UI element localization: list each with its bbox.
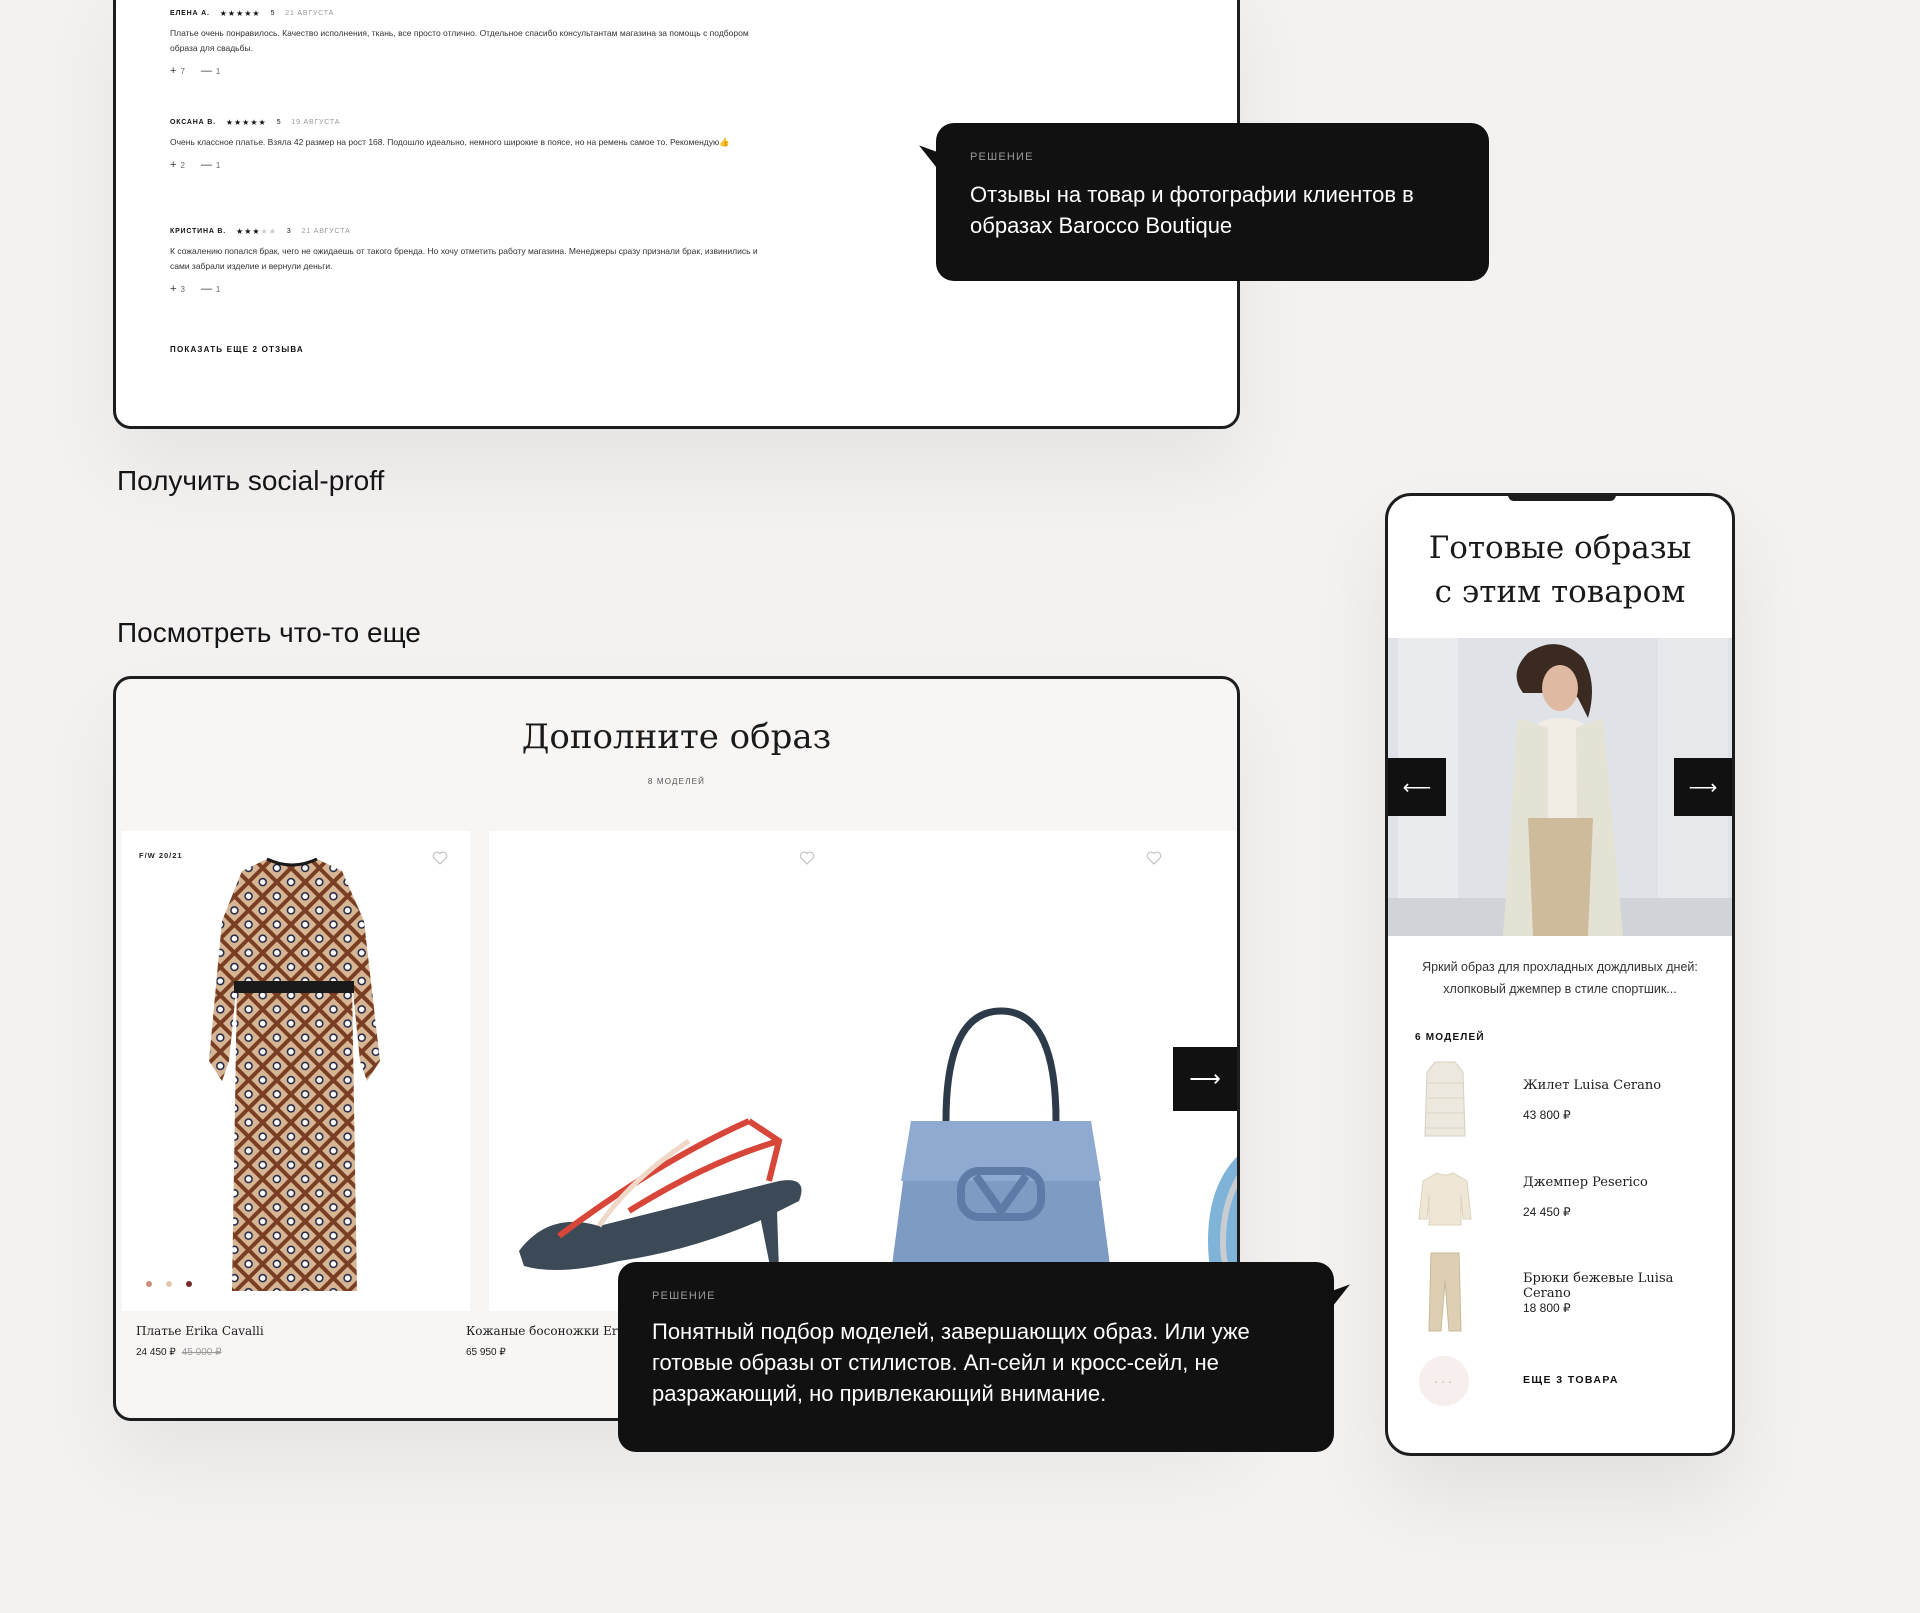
mobile-mockup: Готовые образы с этим товаром ⟵ ⟶ Яркий … xyxy=(1385,493,1735,1456)
dislike-button[interactable]: —1 xyxy=(201,283,220,295)
minus-icon: — xyxy=(200,283,212,295)
color-swatch[interactable] xyxy=(146,1281,152,1287)
review-text: Очень классное платье. Взяла 42 размер н… xyxy=(170,137,730,147)
plus-icon: + xyxy=(170,159,177,171)
arrow-right-icon: ⟶ xyxy=(1189,1066,1221,1091)
product-card[interactable]: F/W 20/21 xyxy=(122,831,470,1311)
look-item-price: 43 800 ₽ xyxy=(1523,1108,1571,1122)
arrow-right-icon: ⟶ xyxy=(1688,776,1718,799)
product-card[interactable] xyxy=(836,831,1184,1311)
look-item-price: 24 450 ₽ xyxy=(1523,1205,1571,1219)
product-card[interactable] xyxy=(489,831,837,1311)
trousers-thumbnail xyxy=(1428,1252,1462,1332)
solution-callout-reviews: РЕШЕНИЕ Отзывы на товар и фотографии кли… xyxy=(936,123,1489,281)
heart-icon[interactable] xyxy=(1146,851,1162,865)
review-date: 21 АВГУСТА xyxy=(285,10,335,17)
sandals-image xyxy=(519,1118,802,1271)
jumper-thumbnail xyxy=(1418,1172,1472,1226)
review-score: 5 xyxy=(276,119,282,126)
look-item-name: Жилет Luisa Cerano xyxy=(1523,1078,1662,1093)
review-stars: ★★★★★ xyxy=(236,227,277,236)
product-info: Платье Erika Cavalli 24 450 ₽ 45 000 ₽ xyxy=(136,1324,264,1358)
look-title: Дополните образ xyxy=(521,717,832,757)
solution-callout-upsell: РЕШЕНИЕ Понятный подбор моделей, заверша… xyxy=(618,1262,1334,1452)
review-item: КРИСТИНА В. ★★★★★ 3 21 АВГУСТА К сожален… xyxy=(170,227,770,295)
plus-icon: + xyxy=(170,283,177,295)
color-swatches[interactable] xyxy=(146,1281,192,1287)
plus-icon: + xyxy=(170,65,177,77)
look-item-price: 18 800 ₽ xyxy=(1523,1301,1571,1315)
dislike-button[interactable]: —1 xyxy=(201,65,220,77)
heart-icon[interactable] xyxy=(799,851,815,865)
carousel-next-button[interactable]: ⟶ xyxy=(1173,1047,1237,1111)
minus-icon: — xyxy=(200,65,212,77)
phone-looks-title: Готовые образы с этим товаром xyxy=(1428,530,1692,610)
look-item[interactable]: Джемпер Peserico 24 450 ₽ xyxy=(1415,1155,1715,1237)
review-score: 5 xyxy=(270,10,276,17)
review-stars: ★★★★★ xyxy=(219,9,261,18)
review-text: Платье очень понравилось. Качество испол… xyxy=(170,28,749,53)
season-badge: F/W 20/21 xyxy=(139,851,183,860)
review-stars: ★★★★★ xyxy=(225,118,267,127)
review-author: ЕЛЕНА А. xyxy=(170,10,210,17)
show-more-items-button[interactable]: ··· ЕЩЕ 3 ТОВАРА xyxy=(1415,1356,1715,1406)
heart-icon[interactable] xyxy=(432,851,448,865)
like-button[interactable]: +7 xyxy=(170,65,185,77)
look-model-count: 8 МОДЕЛЕЙ xyxy=(647,777,706,786)
section-title-see-more: Посмотреть что-то еще xyxy=(117,617,421,648)
product-name[interactable]: Платье Erika Cavalli xyxy=(136,1324,264,1338)
dislike-button[interactable]: —1 xyxy=(201,159,220,171)
look-item[interactable]: Брюки бежевые Luisa Cerano 18 800 ₽ xyxy=(1415,1251,1715,1333)
look-prev-button[interactable]: ⟵ xyxy=(1388,758,1446,816)
color-swatch[interactable] xyxy=(186,1281,192,1287)
minus-icon: — xyxy=(200,159,212,171)
review-item: ОКСАНА В. ★★★★★ 5 19 АВГУСТА Очень класс… xyxy=(170,118,770,171)
callout-label: РЕШЕНИЕ xyxy=(970,151,1034,163)
look-description: Яркий образ для прохладных дождливых дне… xyxy=(1422,960,1698,996)
review-date: 21 АВГУСТА xyxy=(301,228,351,235)
product-price: 65 950 ₽ xyxy=(466,1347,506,1358)
review-date: 19 АВГУСТА xyxy=(291,119,341,126)
like-button[interactable]: +2 xyxy=(170,159,185,171)
product-old-price: 45 000 ₽ xyxy=(181,1347,222,1358)
look-item[interactable]: Жилет Luisa Cerano 43 800 ₽ xyxy=(1415,1058,1715,1140)
review-score: 3 xyxy=(286,228,292,235)
look-next-button[interactable]: ⟶ xyxy=(1674,758,1732,816)
more-dots-icon: ··· xyxy=(1419,1356,1469,1406)
review-text: К сожалению попался брак, чего не ожидае… xyxy=(170,246,758,271)
dress-image xyxy=(209,857,380,1291)
callout-text: Отзывы на товар и фотографии клиентов в … xyxy=(970,182,1414,238)
phone-notch xyxy=(1508,496,1616,501)
vest-thumbnail xyxy=(1424,1061,1466,1137)
look-item-name: Джемпер Peserico xyxy=(1523,1175,1648,1190)
look-model-count: 6 МОДЕЛЕЙ xyxy=(1415,1032,1485,1043)
color-swatch[interactable] xyxy=(166,1281,172,1287)
show-more-reviews-button[interactable]: ПОКАЗАТЬ ЕЩЕ 2 ОТЗЫВА xyxy=(170,345,304,354)
review-item: ЕЛЕНА А. ★★★★★ 5 21 АВГУСТА Платье очень… xyxy=(170,9,770,77)
callout-label: РЕШЕНИЕ xyxy=(652,1290,716,1302)
like-button[interactable]: +3 xyxy=(170,283,185,295)
section-title-social-proof: Получить social-proff xyxy=(117,465,385,496)
review-author: ОКСАНА В. xyxy=(170,119,216,126)
review-author: КРИСТИНА В. xyxy=(170,228,227,235)
look-photo: ⟵ ⟶ xyxy=(1388,638,1732,936)
product-price: 24 450 ₽ xyxy=(136,1347,176,1358)
more-items-label: ЕЩЕ 3 ТОВАРА xyxy=(1523,1374,1619,1386)
callout-text: Понятный подбор моделей, завершающих обр… xyxy=(652,1319,1250,1406)
look-item-name: Брюки бежевые Luisa Cerano xyxy=(1523,1271,1674,1301)
arrow-left-icon: ⟵ xyxy=(1402,776,1432,799)
